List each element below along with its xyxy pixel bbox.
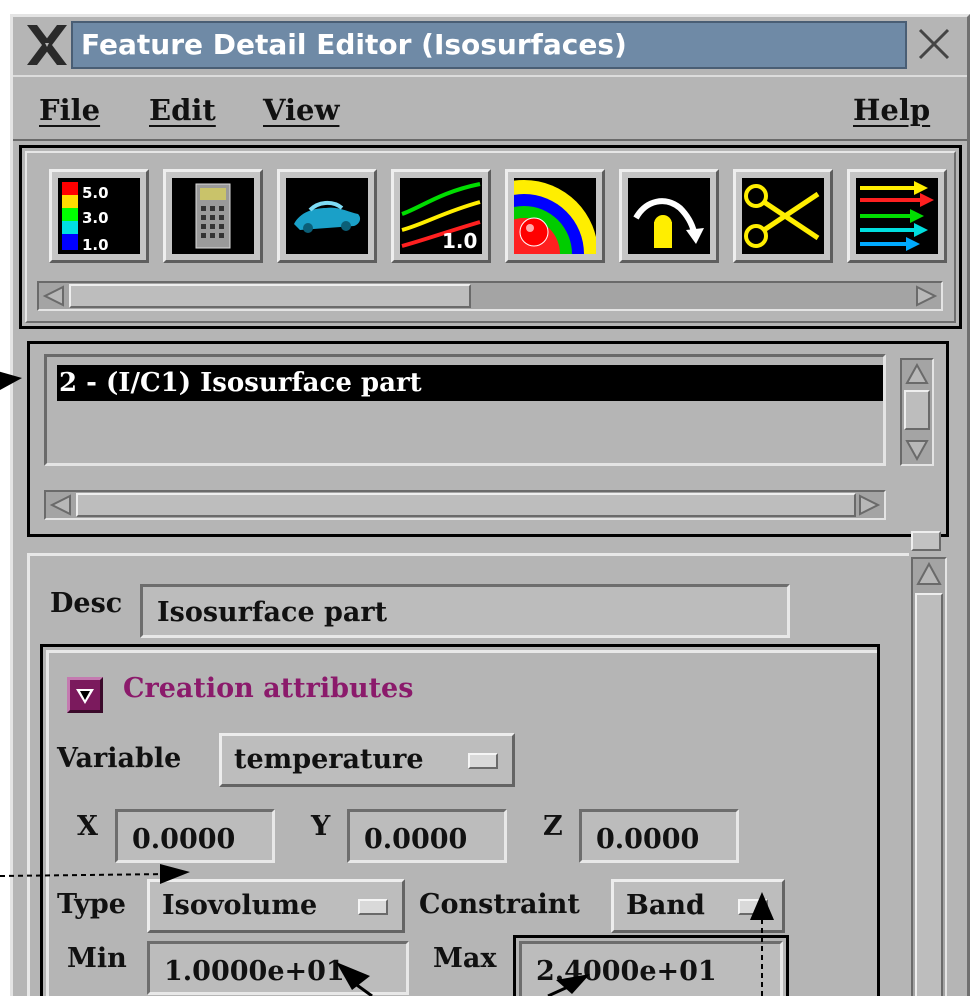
palette-label-top: 5.0 <box>82 184 109 202</box>
min-label: Min <box>67 943 127 974</box>
collapse-creation-attributes-button[interactable] <box>67 677 103 713</box>
x-field[interactable]: 0.0000 <box>115 809 275 863</box>
y-field[interactable]: 0.0000 <box>347 809 507 863</box>
parts-list-horizontal-scrollbar[interactable] <box>44 490 886 520</box>
menu-file[interactable]: File <box>39 93 100 127</box>
z-label: Z <box>543 811 563 842</box>
attributes-vertical-scrollbar[interactable] <box>911 557 947 996</box>
parts-list-vscroll-thumb[interactable] <box>904 390 930 430</box>
clip-tool-button[interactable] <box>733 169 833 263</box>
max-label: Max <box>433 943 497 974</box>
car-model-icon <box>286 178 368 254</box>
pane-sash-handle[interactable] <box>911 531 941 551</box>
z-field[interactable]: 0.0000 <box>579 809 739 863</box>
model-part-tool-button[interactable] <box>277 169 377 263</box>
option-menu-indicator-icon <box>738 899 768 915</box>
parts-list-hscroll-thumb[interactable] <box>76 493 856 517</box>
scroll-left-icon[interactable] <box>41 284 67 308</box>
title-bar[interactable]: Feature Detail Editor (Isosurfaces) <box>13 17 967 75</box>
menu-view[interactable]: View <box>263 93 339 127</box>
palette-legend-icon: 5.0 3.0 1.0 <box>58 178 140 254</box>
creation-attributes-group: Creation attributes Variable temperature… <box>40 644 880 996</box>
scroll-left-icon[interactable] <box>48 493 74 517</box>
parts-list[interactable]: 2 - (I/C1) Isosurface part <box>44 354 886 466</box>
contour-tool-label: 1.0 <box>442 229 477 253</box>
tool-icon-bar: 5.0 3.0 1.0 1.0 <box>19 145 962 329</box>
creation-attributes-header: Creation attributes <box>123 673 414 704</box>
type-option-menu[interactable]: Isovolume <box>147 879 405 933</box>
parts-list-vertical-scrollbar[interactable] <box>900 358 934 466</box>
scissors-icon <box>742 178 824 254</box>
desc-label: Desc <box>50 588 123 619</box>
toolbar-scroll-thumb[interactable] <box>69 284 471 308</box>
constraint-option-menu[interactable]: Band <box>611 879 785 933</box>
menu-edit[interactable]: Edit <box>149 93 216 127</box>
triangle-down-icon <box>76 689 94 704</box>
x-label: X <box>77 811 98 842</box>
variable-label: Variable <box>57 743 182 774</box>
variable-option-menu[interactable]: temperature <box>219 733 515 787</box>
x-window-logo-icon <box>27 25 67 65</box>
color-palette-tool-button[interactable]: 5.0 3.0 1.0 <box>49 169 149 263</box>
constraint-label: Constraint <box>419 889 580 920</box>
desc-field[interactable]: Isosurface part <box>140 584 790 638</box>
scroll-up-icon[interactable] <box>915 561 943 587</box>
max-field-focus-ring: 2.4000e+01 <box>513 935 789 996</box>
parts-list-item-selected[interactable]: 2 - (I/C1) Isosurface part <box>57 365 883 401</box>
max-field[interactable]: 2.4000e+01 <box>519 941 783 996</box>
variable-value: temperature <box>234 744 424 775</box>
toolbar-horizontal-scrollbar[interactable] <box>37 281 943 311</box>
contour-tool-button[interactable]: 1.0 <box>391 169 491 263</box>
scroll-right-icon[interactable] <box>913 284 939 308</box>
palette-label-bottom: 1.0 <box>82 236 109 254</box>
min-field[interactable]: 1.0000e+01 <box>147 941 409 995</box>
menu-help[interactable]: Help <box>853 93 930 127</box>
scroll-up-icon[interactable] <box>904 362 930 386</box>
y-label: Y <box>311 811 331 842</box>
close-icon[interactable] <box>917 27 951 61</box>
contour-lines-icon: 1.0 <box>400 178 482 254</box>
constraint-value: Band <box>626 890 705 921</box>
vector-arrows-tool-button[interactable] <box>847 169 947 263</box>
window-title: Feature Detail Editor (Isosurfaces) <box>71 21 907 69</box>
isosurface-tool-button[interactable] <box>505 169 605 263</box>
scroll-down-icon[interactable] <box>904 438 930 462</box>
type-value: Isovolume <box>162 890 318 921</box>
option-menu-indicator-icon <box>468 753 498 769</box>
isosurface-icon <box>514 178 596 254</box>
particle-trace-icon <box>628 178 710 254</box>
vector-arrows-icon <box>856 178 938 254</box>
parts-list-panel: 2 - (I/C1) Isosurface part <box>27 341 949 537</box>
palette-label-mid: 3.0 <box>82 209 109 227</box>
calculator-icon <box>172 178 254 254</box>
feature-detail-editor-window: Feature Detail Editor (Isosurfaces) File… <box>10 14 970 996</box>
calculator-tool-button[interactable] <box>163 169 263 263</box>
menu-bar: File Edit View Help <box>13 75 967 141</box>
feature-attributes-panel: Desc Isosurface part Creation attributes… <box>27 553 909 996</box>
option-menu-indicator-icon <box>358 899 388 915</box>
attributes-vscroll-thumb[interactable] <box>915 593 943 996</box>
scroll-right-icon[interactable] <box>856 493 882 517</box>
type-label: Type <box>57 889 126 920</box>
particle-trace-tool-button[interactable] <box>619 169 719 263</box>
